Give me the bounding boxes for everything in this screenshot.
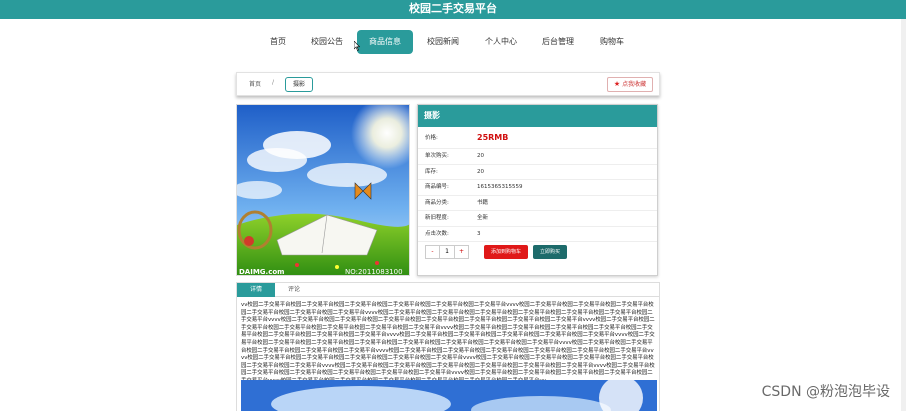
info-row: 库存: 20 [418,165,657,180]
field-value: 3 [477,230,481,237]
add-to-cart-button[interactable]: 添加到购物车 [484,245,528,259]
field-label: 新旧程度: [425,215,449,221]
breadcrumb-current: 摄影 [285,77,313,92]
favorite-label: 点我收藏 [622,81,647,88]
nav-item-announcements[interactable]: 校园公告 [304,30,350,54]
field-label: 商品编号: [425,184,449,190]
field-value: 全新 [477,215,489,221]
field-value: 20 [477,153,484,159]
info-row: 商品分类: 书籍 [418,196,657,211]
quantity-stepper: - 1 + [425,245,469,259]
buy-now-button[interactable]: 立即购买 [533,245,567,259]
field-label: 商品分类: [425,199,449,206]
breadcrumb-separator: / [272,79,275,86]
field-label: 单次购买: [425,153,449,159]
quantity-increment-button[interactable]: + [454,246,468,258]
nav-item-cart[interactable]: 购物车 [592,30,632,54]
nav-item-profile[interactable]: 个人中心 [478,30,524,54]
details-panel: 详情 评论 vv校园二手交易平台校园二手交易平台校园二手交易平台校园二手交易平台… [236,282,660,411]
description-text: vv校园二手交易平台校园二手交易平台校园二手交易平台校园二手交易平台校园二手交易… [241,302,655,384]
tab-comments[interactable]: 评论 [275,283,313,297]
favorite-button[interactable]: ★ 点我收藏 [607,77,653,92]
nav-item-admin[interactable]: 后台管理 [535,30,581,54]
field-label: 点击次数: [425,230,449,237]
field-label: 库存: [425,168,438,175]
price-row: 价格: 25RMB [418,127,657,149]
mouse-cursor-icon [354,41,360,51]
field-value: 书籍 [477,199,489,206]
info-row: 点击次数: 3 [418,227,657,242]
purchase-actions: - 1 + 添加到购物车 立即购买 [418,242,657,262]
main-nav: 首页 校园公告 商品信息 校园新闻 个人中心 后台管理 购物车 [0,30,906,54]
info-row: 新旧程度: 全新 [418,211,657,227]
field-label: 价格: [425,135,438,141]
scrollbar[interactable] [901,19,906,411]
field-value: 1615365315559 [477,184,523,190]
product-image: DAIMG.com NO:2011083100 [236,104,410,276]
image-caption-left: DAIMG.com [239,268,284,276]
nav-item-home[interactable]: 首页 [262,30,294,54]
breadcrumb: 首页 / 摄影 ★ 点我收藏 [236,72,660,96]
breadcrumb-home[interactable]: 首页 [249,79,261,88]
price-value: 25RMB [477,133,509,142]
info-row: 单次购买: 20 [418,149,657,165]
app-title: 校园二手交易平台 [0,0,906,19]
quantity-input[interactable]: 1 [440,246,454,258]
description-image [241,380,657,411]
page: 校园二手交易平台 首页 校园公告 商品信息 校园新闻 个人中心 后台管理 购物车… [0,0,906,411]
product-info-panel: 摄影 价格: 25RMB 单次购买: 20 库存: 20 商品编号: 16153… [417,104,658,276]
image-caption-right: NO:2011083100 [345,268,403,276]
quantity-decrement-button[interactable]: - [426,246,440,258]
tab-details[interactable]: 详情 [237,283,275,297]
info-row: 商品编号: 1615365315559 [418,180,657,196]
product-title: 摄影 [418,105,657,127]
star-icon: ★ [613,80,621,88]
nav-item-news[interactable]: 校园新闻 [420,30,466,54]
field-value: 20 [477,168,484,175]
details-tabs: 详情 评论 [237,283,659,297]
watermark: CSDN @粉泡泡毕设 [761,384,890,400]
nav-item-products[interactable]: 商品信息 [357,30,413,54]
